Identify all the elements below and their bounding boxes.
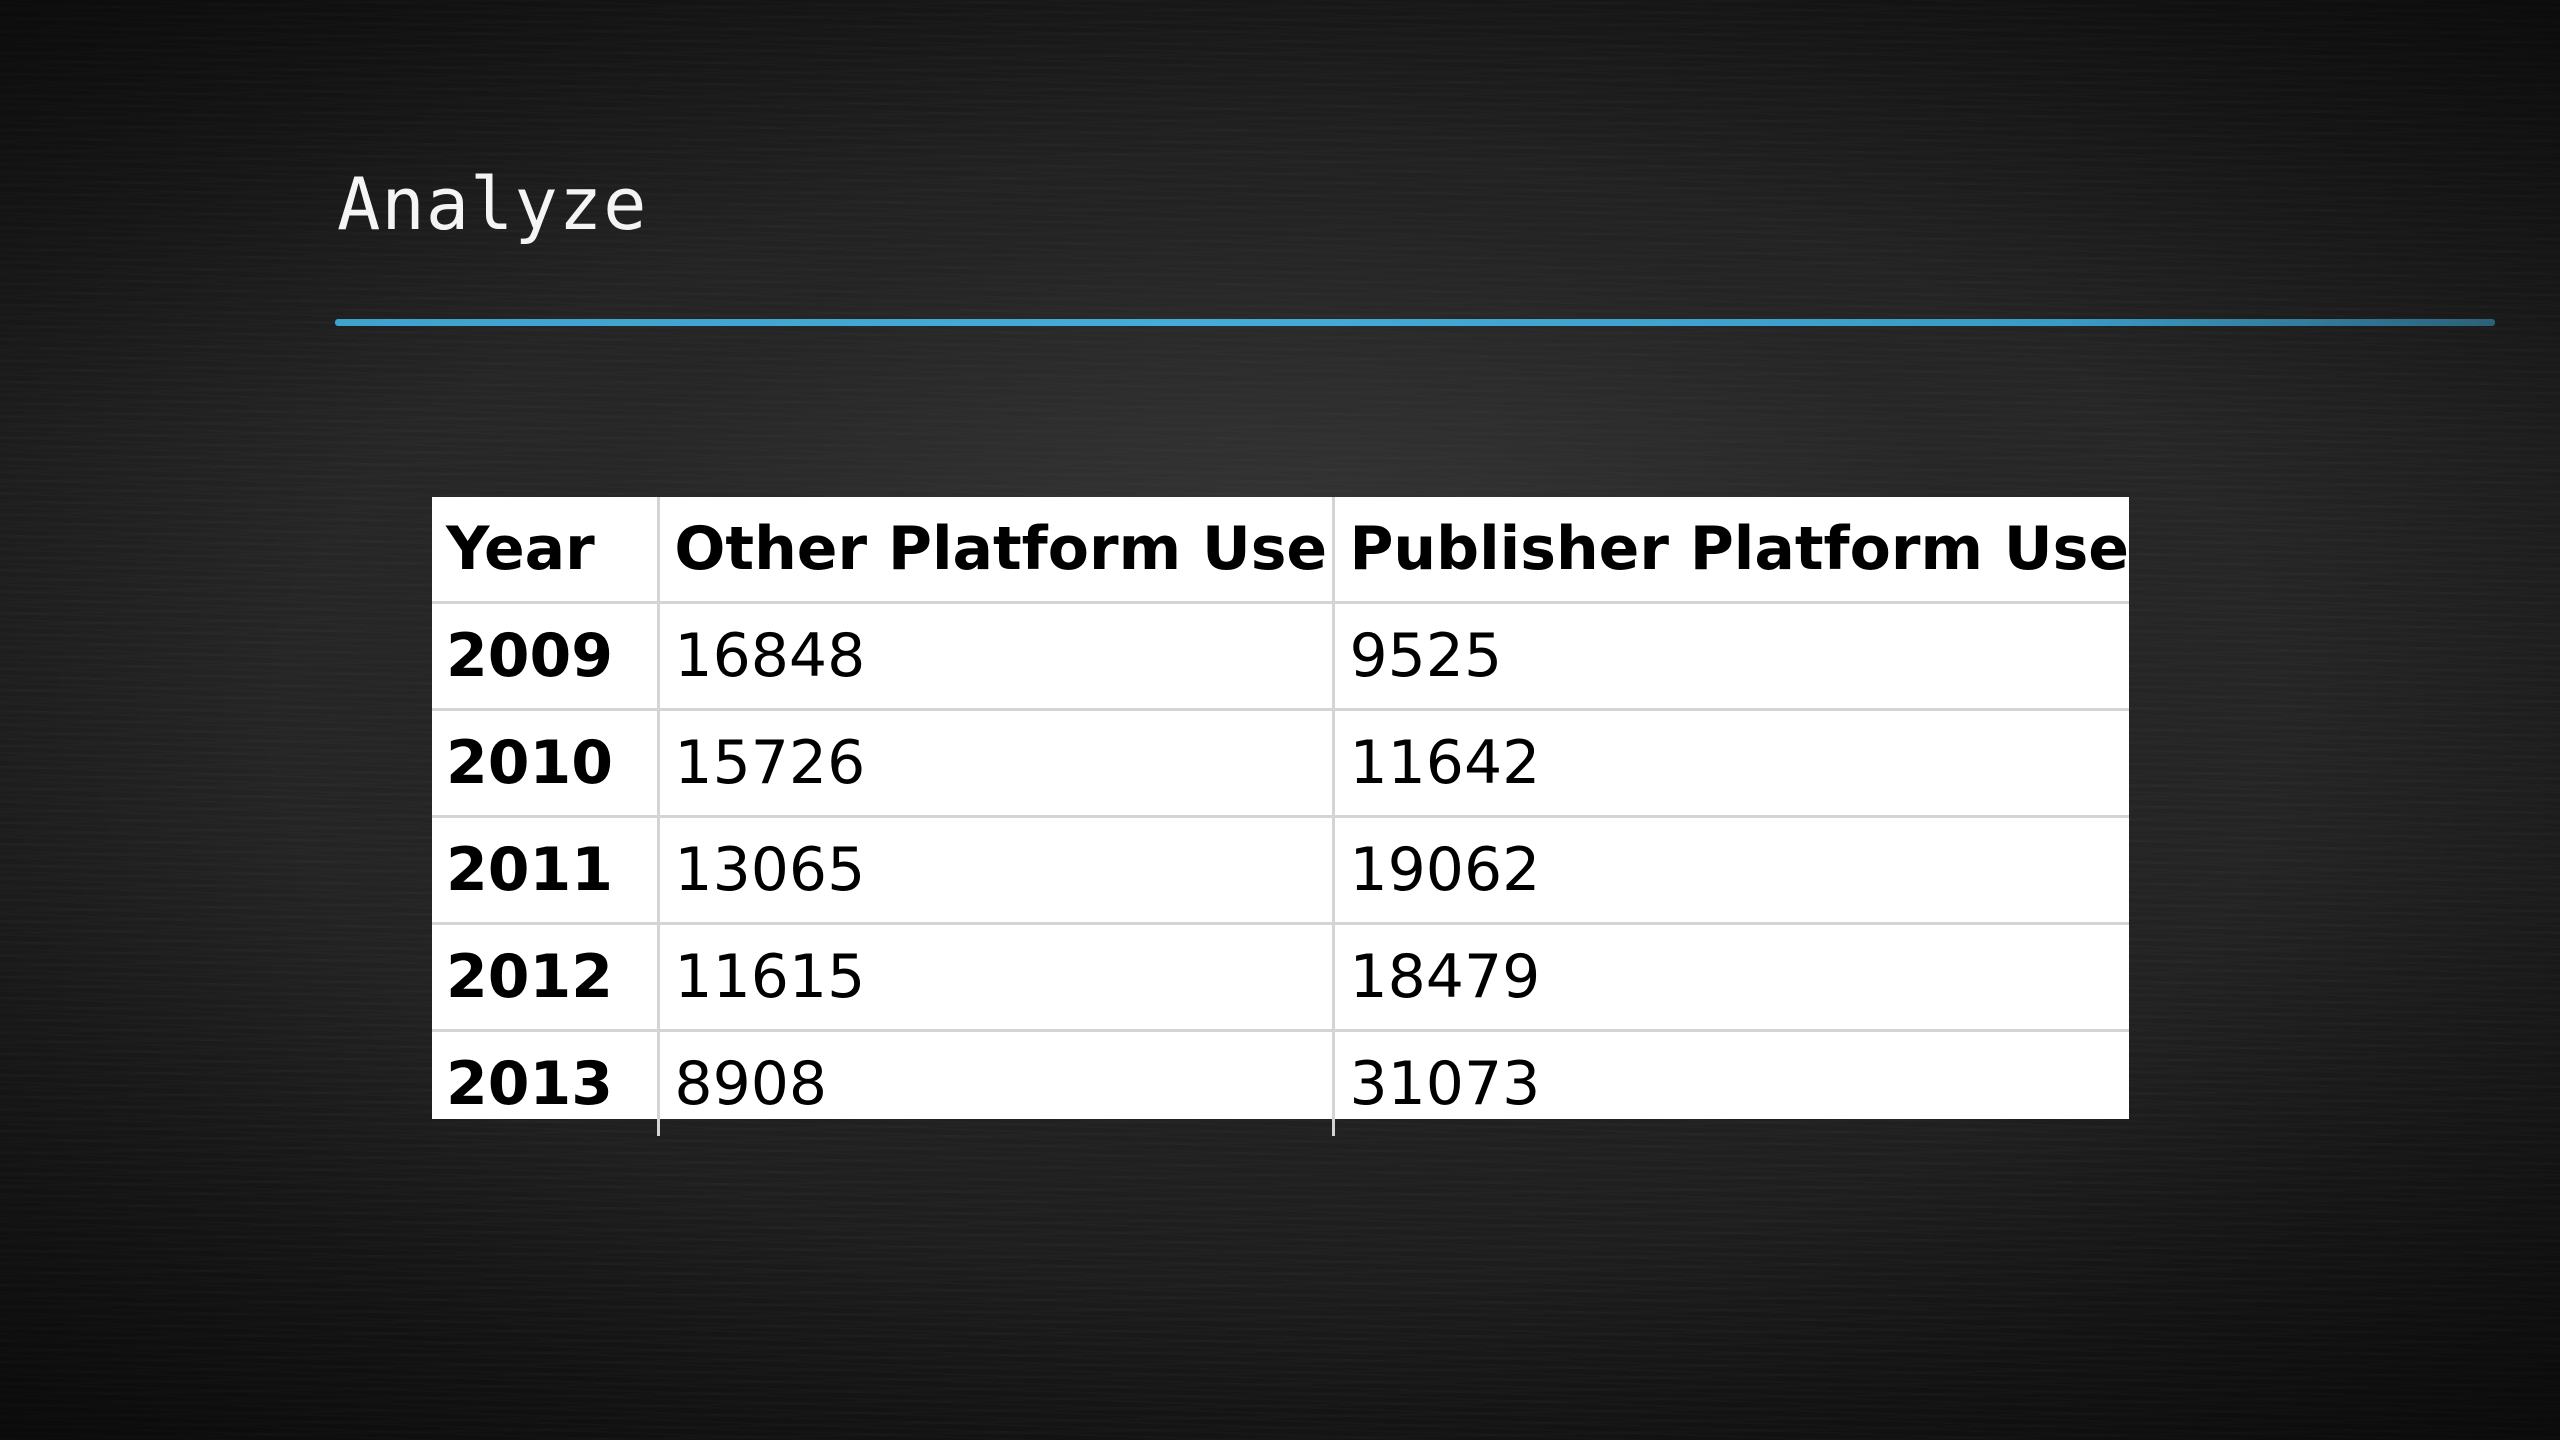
cell-other-platform-use: 11615	[657, 922, 1336, 1032]
cell-year: 2013	[432, 1029, 661, 1136]
table-row: 2013 8908 31073	[432, 1029, 2129, 1136]
header-year: Year	[432, 497, 661, 604]
cell-year: 2011	[432, 815, 661, 925]
cell-other-platform-use: 13065	[657, 815, 1336, 925]
cell-other-platform-use: 16848	[657, 601, 1336, 711]
cell-other-platform-use: 15726	[657, 708, 1336, 818]
table-row: 2011 13065 19062	[432, 815, 2129, 925]
data-table-container: Year Other Platform Use Publisher Platfo…	[432, 497, 2129, 1136]
slide-title: Analyze	[337, 162, 648, 246]
cell-year: 2010	[432, 708, 661, 818]
cell-year: 2009	[432, 601, 661, 711]
cell-publisher-platform-use: 9525	[1332, 601, 2129, 711]
table-row: 2012 11615 18479	[432, 922, 2129, 1032]
table-header-row: Year Other Platform Use Publisher Platfo…	[432, 497, 2129, 604]
cell-other-platform-use: 8908	[657, 1029, 1336, 1136]
data-table: Year Other Platform Use Publisher Platfo…	[432, 497, 2129, 1136]
header-publisher-platform-use: Publisher Platform Use	[1332, 497, 2129, 604]
table-row: 2010 15726 11642	[432, 708, 2129, 818]
header-other-platform-use: Other Platform Use	[657, 497, 1336, 604]
cell-publisher-platform-use: 18479	[1332, 922, 2129, 1032]
cell-year: 2012	[432, 922, 661, 1032]
table-row: 2009 16848 9525	[432, 601, 2129, 711]
cell-publisher-platform-use: 19062	[1332, 815, 2129, 925]
title-divider	[335, 319, 2495, 326]
cell-publisher-platform-use: 11642	[1332, 708, 2129, 818]
cell-publisher-platform-use: 31073	[1332, 1029, 2129, 1136]
